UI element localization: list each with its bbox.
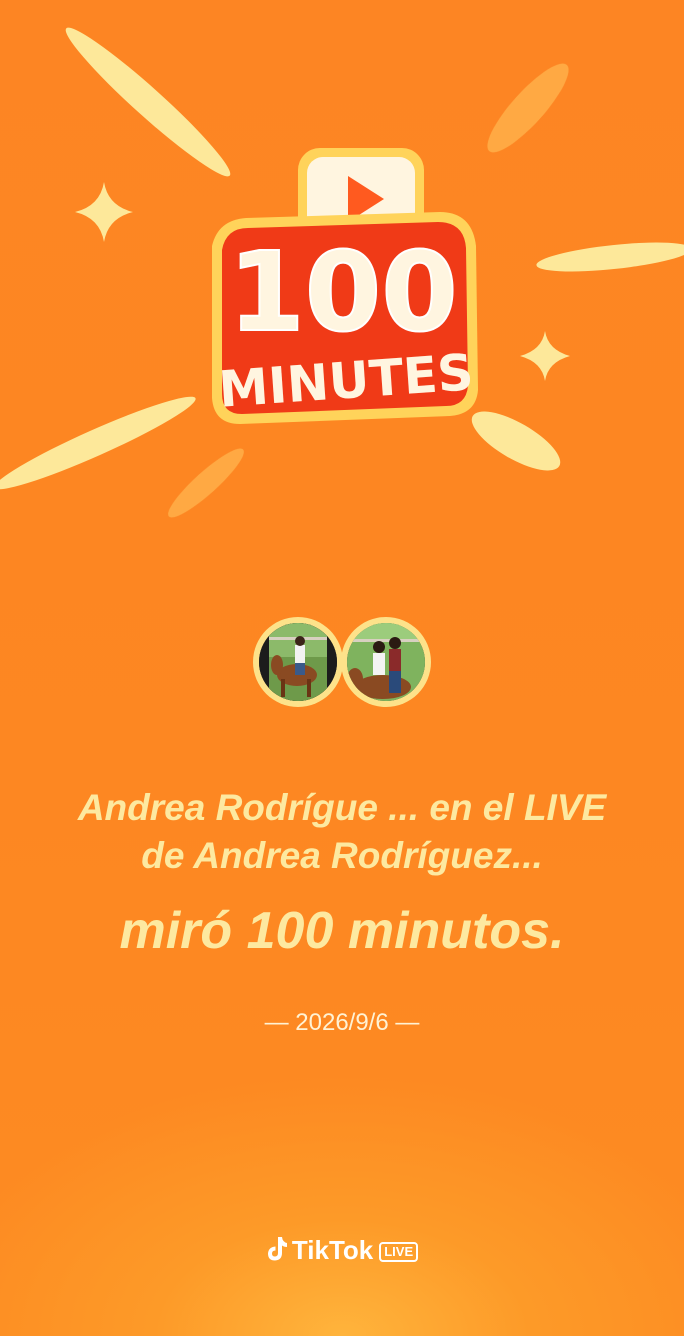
milestone-headline: miró 100 minutos.: [119, 902, 565, 960]
avatar[interactable]: [341, 617, 431, 707]
horse-rider-photo: [259, 623, 337, 701]
live-tag: LIVE: [379, 1242, 419, 1263]
milestone-date: — 2026/9/6 —: [264, 1009, 420, 1036]
message-line-2: de Andrea Rodríguez...: [141, 835, 543, 876]
live-milestone-card: 100 MINUTES Andrea Rodrígue ... en el LI…: [0, 0, 684, 1336]
avatar-group: [0, 617, 684, 713]
brand-name: TikTok: [291, 1235, 374, 1265]
100-minutes-badge: 100 MINUTES: [0, 0, 684, 540]
horse-couple-photo: [347, 623, 425, 701]
tiktok-note-icon: [266, 1236, 288, 1268]
avatar[interactable]: [253, 617, 343, 707]
badge-number: 100: [228, 228, 458, 356]
milestone-message: Andrea Rodrígue ... en el LIVE de Andrea…: [0, 784, 684, 880]
tiktok-live-logo: TikTok LIVE: [0, 1235, 684, 1268]
message-line-1: Andrea Rodrígue ... en el LIVE: [77, 787, 607, 828]
